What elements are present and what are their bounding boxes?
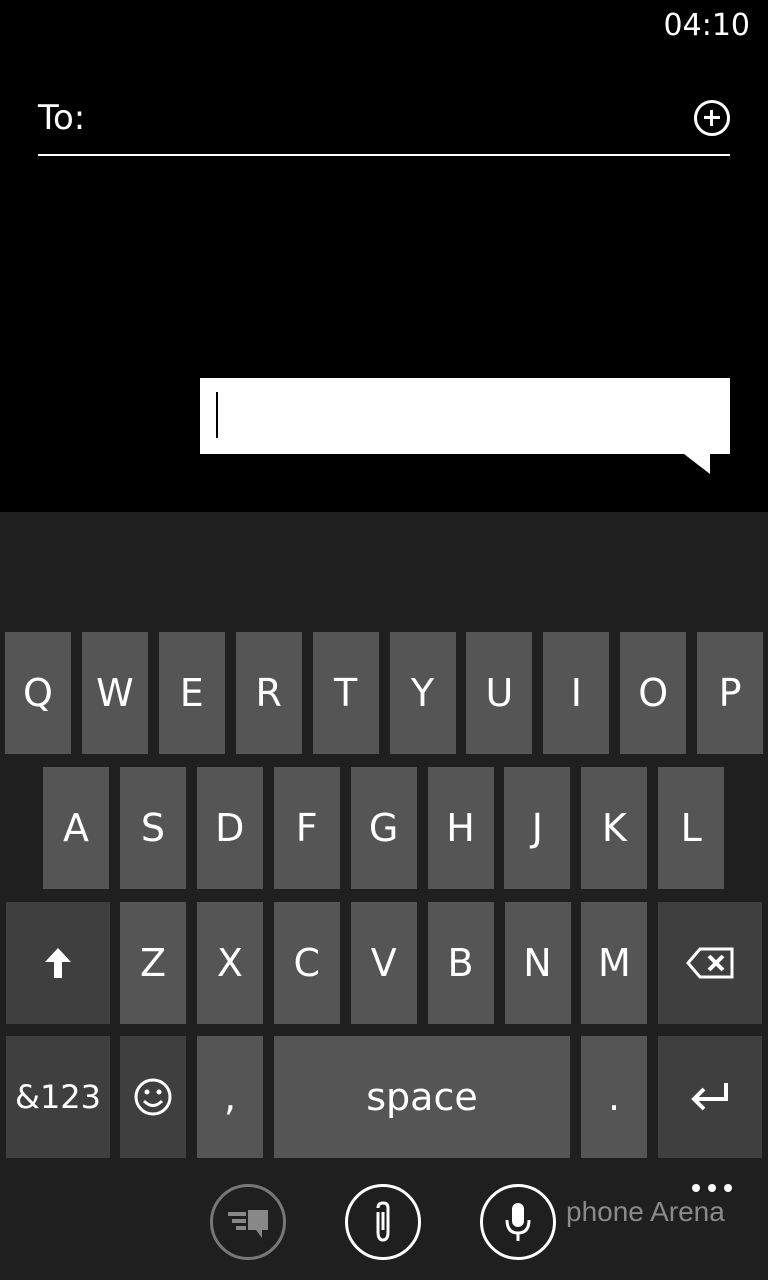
key-label: M — [597, 941, 631, 985]
key-a[interactable]: A — [43, 767, 109, 889]
key-label: U — [485, 671, 514, 715]
symbols-key-label: &123 — [14, 1078, 102, 1116]
arrow-up-icon — [45, 948, 71, 978]
key-m[interactable]: M — [581, 902, 648, 1024]
text-message-icon — [228, 1210, 268, 1238]
key-label: L — [680, 806, 702, 850]
key-label: Q — [23, 671, 53, 715]
shift-key[interactable] — [6, 902, 110, 1024]
key-label: Y — [410, 671, 435, 715]
key-label: H — [446, 806, 475, 850]
key-s[interactable]: S — [119, 767, 186, 889]
comma-key[interactable]: , — [197, 1036, 263, 1158]
key-x[interactable]: X — [196, 902, 263, 1024]
key-h[interactable]: H — [427, 767, 494, 889]
key-label: B — [447, 941, 474, 985]
comma-key-label: , — [223, 1075, 237, 1119]
key-y[interactable]: Y — [389, 632, 456, 754]
key-t[interactable]: T — [312, 632, 379, 754]
key-label: Z — [139, 941, 167, 985]
key-label: R — [255, 671, 282, 715]
key-q[interactable]: Q — [5, 632, 71, 754]
key-label: F — [295, 806, 318, 850]
key-label: X — [216, 941, 243, 985]
space-key[interactable]: space — [274, 1036, 570, 1158]
key-k[interactable]: K — [581, 767, 648, 889]
watermark: phone Arena — [566, 1196, 725, 1227]
key-z[interactable]: Z — [120, 902, 186, 1024]
to-label: To: — [38, 98, 86, 138]
key-u[interactable]: U — [466, 632, 533, 754]
voice-input-button[interactable] — [480, 1184, 556, 1260]
key-c[interactable]: C — [273, 902, 340, 1024]
key-d[interactable]: D — [196, 767, 263, 889]
key-label: K — [601, 806, 627, 850]
key-l[interactable]: L — [658, 767, 725, 889]
keyboard: QW E R T Y U I O P A S D F G H J K L Z X C V B N M &123 , spac… — [0, 512, 768, 1280]
key-label: N — [523, 941, 552, 985]
key-e[interactable]: E — [158, 632, 225, 754]
key-f[interactable]: F — [273, 767, 340, 889]
plus-circle-icon[interactable] — [694, 100, 730, 136]
microphone-icon — [505, 1203, 531, 1241]
attach-icon — [376, 1201, 390, 1242]
key-label: W — [96, 671, 134, 715]
key-w[interactable]: W — [81, 632, 148, 754]
key-label: G — [368, 806, 399, 850]
key-label: I — [570, 671, 582, 715]
key-label: T — [333, 671, 358, 715]
symbols-key[interactable]: &123 — [6, 1036, 110, 1158]
key-label: P — [718, 671, 742, 715]
key-label: A — [63, 806, 89, 850]
key-label: S — [140, 806, 165, 850]
key-o[interactable]: O — [620, 632, 687, 754]
key-label: V — [370, 941, 397, 985]
enter-icon — [691, 1083, 728, 1111]
period-key[interactable]: . — [581, 1036, 647, 1158]
sms-mode-button[interactable] — [210, 1184, 286, 1260]
emoji-key[interactable] — [120, 1036, 186, 1158]
key-v[interactable]: V — [350, 902, 417, 1024]
key-r[interactable]: R — [235, 632, 302, 754]
backspace-key[interactable] — [658, 902, 762, 1024]
key-label: D — [215, 806, 245, 850]
backspace-icon — [686, 947, 734, 979]
key-g[interactable]: G — [350, 767, 417, 889]
key-b[interactable]: B — [427, 902, 494, 1024]
period-key-label: . — [607, 1075, 621, 1119]
key-label: C — [293, 941, 321, 985]
key-n[interactable]: N — [504, 902, 571, 1024]
message-compose-box[interactable] — [200, 378, 730, 474]
smiley-icon — [134, 1078, 172, 1116]
key-j[interactable]: J — [504, 767, 571, 889]
space-key-label: space — [366, 1075, 478, 1119]
key-i[interactable]: I — [543, 632, 610, 754]
key-p[interactable]: P — [697, 632, 764, 754]
enter-key[interactable] — [658, 1036, 762, 1158]
key-label: O — [638, 671, 669, 715]
key-label: J — [531, 806, 543, 850]
ellipsis-icon[interactable] — [692, 1184, 732, 1194]
key-label: E — [179, 671, 204, 715]
status-time: 04:10 — [663, 8, 750, 43]
recipient-row[interactable]: To: — [38, 96, 730, 156]
attach-button[interactable] — [345, 1184, 421, 1260]
